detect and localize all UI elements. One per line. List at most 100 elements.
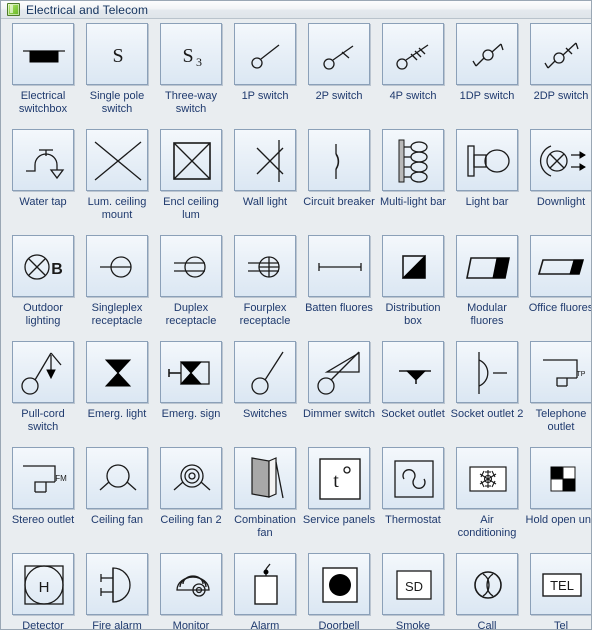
ceiling-fan-2-icon[interactable] (160, 447, 222, 509)
service-panels-icon[interactable]: t (308, 447, 370, 509)
shape-cell[interactable]: H Detector (6, 553, 80, 629)
shape-cell[interactable]: B Outdoor lighting (6, 235, 80, 341)
water-tap-icon[interactable] (12, 129, 74, 191)
shape-cell[interactable]: Emerg. sign (154, 341, 228, 447)
combination-fan-icon[interactable] (234, 447, 296, 509)
shape-cell[interactable]: Electrical switchbox (6, 23, 80, 129)
shape-cell[interactable]: 2P switch (302, 23, 376, 129)
shape-cell[interactable]: Distribution box (376, 235, 450, 341)
shape-cell[interactable]: 4P switch (376, 23, 450, 129)
shape-cell[interactable]: Water tap (6, 129, 80, 235)
shape-cell[interactable]: 2DP switch (524, 23, 591, 129)
shape-cell[interactable]: Doorbell (302, 553, 376, 629)
shape-cell[interactable]: Circuit breaker (302, 129, 376, 235)
shape-cell[interactable]: TP Telephone outlet (524, 341, 591, 447)
office-fluorescent-icon[interactable] (530, 235, 591, 297)
shape-cell[interactable]: 1P switch (228, 23, 302, 129)
circuit-breaker-icon[interactable] (308, 129, 370, 191)
shape-cell[interactable]: TEL Tel (524, 553, 591, 629)
outdoor-lighting-icon[interactable]: B (12, 235, 74, 297)
singleplex-receptacle-icon[interactable] (86, 235, 148, 297)
shape-cell[interactable]: Combination fan (228, 447, 302, 553)
shape-cell[interactable]: Call (450, 553, 524, 629)
downlight-icon[interactable] (530, 129, 591, 191)
shape-cell[interactable]: SD Smoke detector (376, 553, 450, 630)
hold-open-unit-icon[interactable] (530, 447, 591, 509)
shape-cell[interactable]: Office fluores (524, 235, 591, 341)
shape-cell[interactable]: Singleplex receptacle (80, 235, 154, 341)
1dp-switch-icon[interactable] (456, 23, 518, 85)
shape-cell[interactable]: t Service panels (302, 447, 376, 553)
shape-cell[interactable]: S Single pole switch (80, 23, 154, 129)
shape-cell[interactable]: Ceiling fan 2 (154, 447, 228, 553)
single-pole-switch-icon[interactable]: S (86, 23, 148, 85)
shape-cell[interactable]: Alarm (228, 553, 302, 629)
shape-cell[interactable]: Hold open unit (524, 447, 591, 553)
wall-light-icon[interactable] (234, 129, 296, 191)
multi-light-bar-icon[interactable] (382, 129, 444, 191)
shape-cell[interactable]: Emerg. light (80, 341, 154, 447)
shape-cell[interactable]: Duplex receptacle (154, 235, 228, 341)
tel-icon[interactable]: TEL (530, 553, 591, 615)
shape-cell[interactable]: FM Stereo outlet (6, 447, 80, 553)
telephone-outlet-icon[interactable]: TP (530, 341, 591, 403)
fourplex-receptacle-icon[interactable] (234, 235, 296, 297)
shape-cell[interactable]: Batten fluores (302, 235, 376, 341)
modular-fluorescent-icon[interactable] (456, 235, 518, 297)
air-conditioning-icon[interactable] (456, 447, 518, 509)
distribution-box-icon[interactable] (382, 235, 444, 297)
4p-switch-icon[interactable] (382, 23, 444, 85)
shape-grid[interactable]: Electrical switchbox S Single pole switch S… (1, 19, 591, 629)
luminaire-ceiling-mount-icon[interactable] (86, 129, 148, 191)
shape-cell[interactable]: Wall light (228, 129, 302, 235)
emergency-light-icon[interactable] (86, 341, 148, 403)
switches-icon[interactable] (234, 341, 296, 403)
socket-outlet-2-icon[interactable] (456, 341, 518, 403)
fire-alarm-icon[interactable] (86, 553, 148, 615)
shape-cell[interactable]: Downlight (524, 129, 591, 235)
shape-cell[interactable]: Ceiling fan (80, 447, 154, 553)
shape-cell[interactable]: Switches (228, 341, 302, 447)
shape-label: Smoke detector (395, 620, 431, 630)
shape-cell[interactable]: Air conditioning (450, 447, 524, 553)
shape-cell[interactable]: Dimmer switch (302, 341, 376, 447)
ceiling-fan-icon[interactable] (86, 447, 148, 509)
shape-cell[interactable]: Fire alarm (80, 553, 154, 629)
shape-cell[interactable]: Lum. ceiling mount (80, 129, 154, 235)
shape-label: Pull-cord switch (21, 408, 65, 433)
shape-cell[interactable]: S 3 Three-way switch (154, 23, 228, 129)
batten-fluorescent-icon[interactable] (308, 235, 370, 297)
emergency-sign-icon[interactable] (160, 341, 222, 403)
socket-outlet-icon[interactable] (382, 341, 444, 403)
shape-cell[interactable]: Monitor (154, 553, 228, 629)
shape-cell[interactable]: Modular fluores (450, 235, 524, 341)
shape-cell[interactable]: Socket outlet 2 (450, 341, 524, 447)
monitor-icon[interactable] (160, 553, 222, 615)
1p-switch-icon[interactable] (234, 23, 296, 85)
dimmer-switch-icon[interactable] (308, 341, 370, 403)
doorbell-icon[interactable] (308, 553, 370, 615)
shape-cell[interactable]: Encl ceiling lum (154, 129, 228, 235)
duplex-receptacle-icon[interactable] (160, 235, 222, 297)
2p-switch-icon[interactable] (308, 23, 370, 85)
shape-cell[interactable]: Socket outlet (376, 341, 450, 447)
enclosed-ceiling-luminaire-icon[interactable] (160, 129, 222, 191)
switchbox-icon[interactable] (12, 23, 74, 85)
stereo-outlet-icon[interactable]: FM (12, 447, 74, 509)
window-titlebar[interactable]: Electrical and Telecom (1, 1, 591, 19)
call-icon[interactable] (456, 553, 518, 615)
three-way-switch-icon[interactable]: S 3 (160, 23, 222, 85)
shape-cell[interactable]: Fourplex receptacle (228, 235, 302, 341)
shape-cell[interactable]: Light bar (450, 129, 524, 235)
alarm-icon[interactable] (234, 553, 296, 615)
smoke-detector-icon[interactable]: SD (382, 553, 444, 615)
2dp-switch-icon[interactable] (530, 23, 591, 85)
shape-cell[interactable]: Thermostat (376, 447, 450, 553)
shape-cell[interactable]: Multi-light bar (376, 129, 450, 235)
detector-icon[interactable]: H (12, 553, 74, 615)
pull-cord-switch-icon[interactable] (12, 341, 74, 403)
shape-cell[interactable]: Pull-cord switch (6, 341, 80, 447)
thermostat-icon[interactable] (382, 447, 444, 509)
light-bar-icon[interactable] (456, 129, 518, 191)
shape-cell[interactable]: 1DP switch (450, 23, 524, 129)
